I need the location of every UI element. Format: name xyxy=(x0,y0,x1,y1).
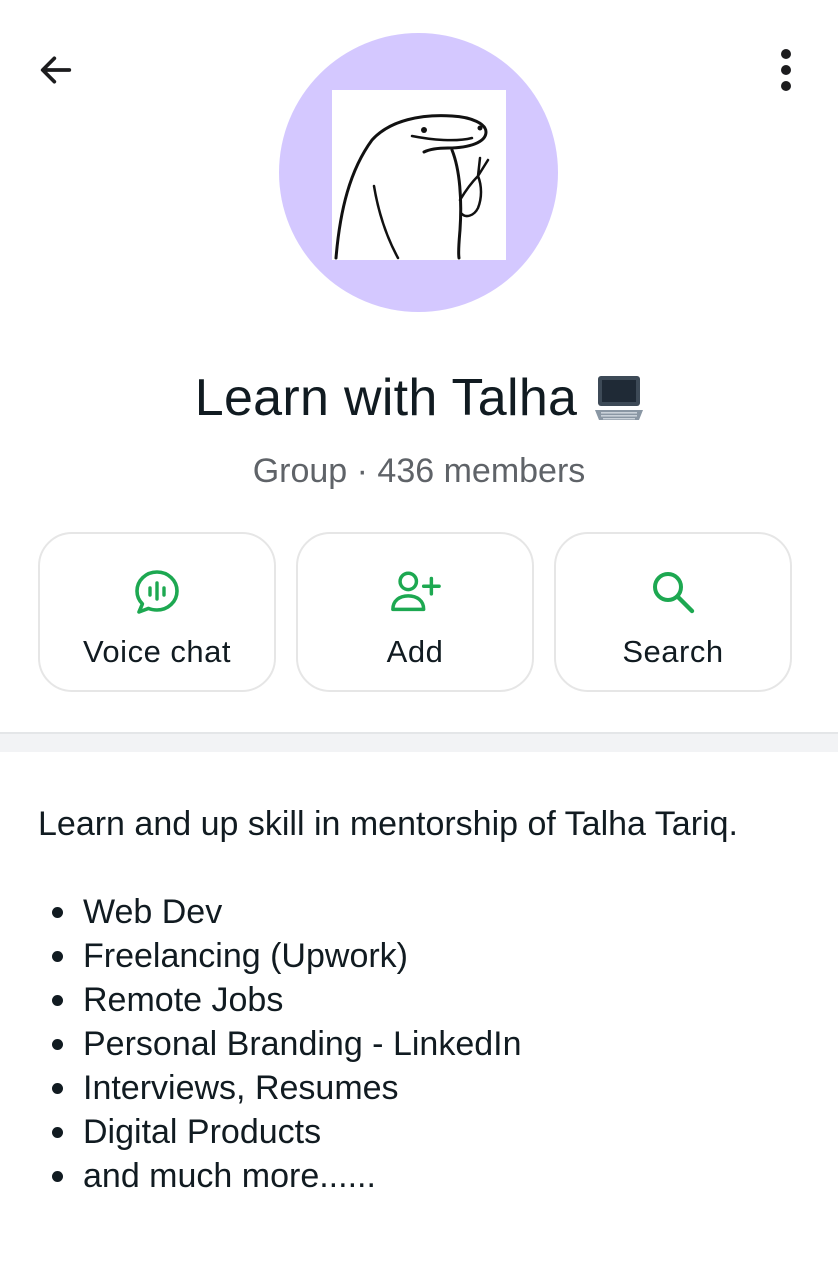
group-info-screen: Learn with Talha Group · 436 members Voi… xyxy=(0,0,838,1280)
add-label: Add xyxy=(386,634,444,669)
search-label: Search xyxy=(622,634,724,669)
list-item: and much more...... xyxy=(38,1154,808,1198)
list-item: Interviews, Resumes xyxy=(38,1066,808,1110)
group-meta: Group · 436 members xyxy=(252,452,586,490)
bullet-icon xyxy=(52,1170,63,1182)
bullet-icon xyxy=(52,950,63,962)
bullet-icon xyxy=(52,994,63,1006)
list-item: Digital Products xyxy=(38,1110,808,1154)
search-button[interactable]: Search xyxy=(554,532,792,692)
bullet-icon xyxy=(52,1038,63,1050)
bullet-icon xyxy=(52,1082,63,1094)
group-name-text: Learn with Talha xyxy=(194,369,578,427)
description-intro: Learn and up skill in mentorship of Talh… xyxy=(38,805,738,843)
avatar-image xyxy=(331,89,506,260)
description-list: Web Dev Freelancing (Upwork) Remote Jobs… xyxy=(38,890,808,1198)
voice-chat-label: Voice chat xyxy=(82,634,232,669)
add-person-icon xyxy=(389,566,441,618)
bullet-icon xyxy=(52,906,63,918)
action-row: Voice chat Add Search xyxy=(38,532,792,692)
search-icon xyxy=(647,566,699,618)
list-item: Remote Jobs xyxy=(38,978,808,1022)
section-divider xyxy=(0,732,838,752)
list-item: Personal Branding - LinkedIn xyxy=(38,1022,808,1066)
add-member-button[interactable]: Add xyxy=(296,532,534,692)
more-options-button[interactable] xyxy=(756,40,816,100)
voice-chat-icon xyxy=(131,566,183,618)
group-description: Learn and up skill in mentorship of Talh… xyxy=(38,802,808,1198)
list-item: Web Dev xyxy=(38,890,808,934)
list-item: Freelancing (Upwork) xyxy=(38,934,808,978)
more-vertical-icon xyxy=(781,49,791,91)
arrow-left-icon xyxy=(40,56,72,84)
bullet-icon xyxy=(52,1126,63,1138)
back-button[interactable] xyxy=(26,40,86,100)
group-title: Learn with Talha xyxy=(0,368,838,428)
group-avatar[interactable] xyxy=(279,33,558,312)
voice-chat-button[interactable]: Voice chat xyxy=(38,532,276,692)
laptop-icon xyxy=(595,372,644,424)
